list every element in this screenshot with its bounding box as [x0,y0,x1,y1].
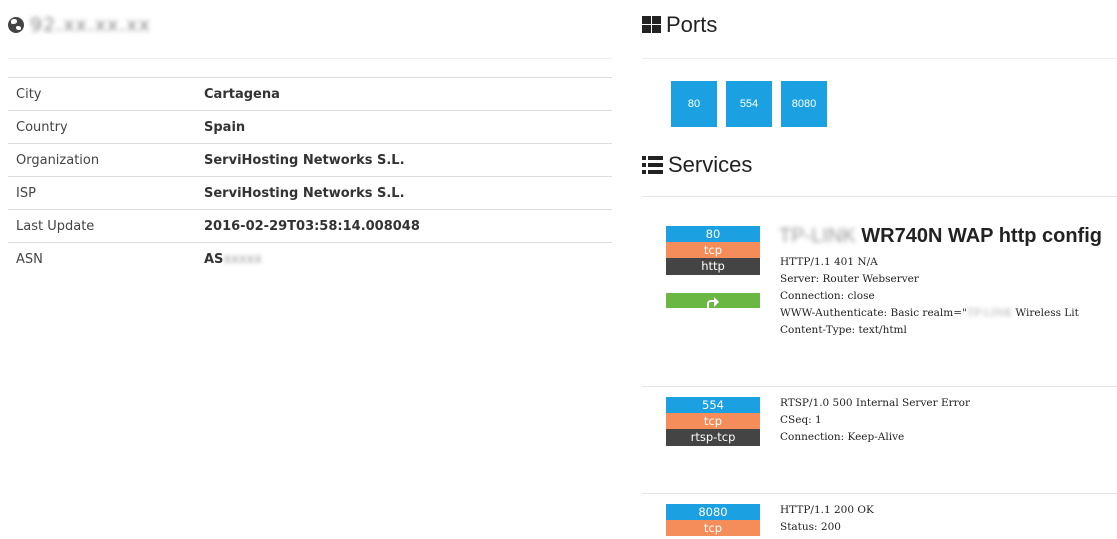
table-row: Organization ServiHosting Networks S.L. [8,143,612,177]
services-heading: Services [642,152,752,178]
info-value-organization: ServiHosting Networks S.L. [204,152,405,168]
banner-line: Server: Router Webserver [780,273,919,285]
service-name-tag: rtsp-tcp [666,429,760,446]
service-tags: 80 tcp http [666,226,760,308]
service-banner: RTSP/1.0 500 Internal Server Error CSeq: … [780,395,970,446]
service-banner: HTTP/1.1 401 N/A Server: Router Webserver… [780,254,1079,339]
service-port-tag: 80 [666,226,760,242]
banner-line: RTSP/1.0 500 Internal Server Error [780,397,970,409]
divider [642,58,1117,59]
service-entry-8080: 8080 tcp HTTP/1.1 200 OK Status: 200 [642,493,1117,539]
share-icon [707,296,719,308]
services-heading-label: Services [668,152,753,177]
service-protocol-tag: tcp [666,413,760,429]
service-protocol-tag: tcp [666,520,760,536]
service-title-redacted: TP-LINK [779,225,856,247]
divider [8,58,612,59]
info-label-asn: ASN [16,251,43,267]
host-title: 92.xx.xx.xx [8,12,151,38]
service-tags: 8080 tcp [666,504,760,536]
asn-redacted: xxxxx [223,251,262,267]
list-icon [642,156,663,174]
banner-line: HTTP/1.1 200 OK [780,504,874,516]
banner-line: Connection: Keep-Alive [780,431,905,443]
banner-line: WWW-Authenticate: Basic realm="TP-LINK W… [780,305,1079,322]
info-value-isp: ServiHosting Networks S.L. [204,185,405,201]
info-value-last-update: 2016-02-29T03:58:14.008048 [204,218,420,234]
service-name-tag: http [666,258,760,275]
service-entry-554: 554 tcp rtsp-tcp RTSP/1.0 500 Internal S… [642,386,1117,493]
host-ip: 92.xx.xx.xx [30,14,151,36]
divider [642,386,1117,387]
table-row: City Cartagena [8,77,612,111]
banner-redacted: TP-LINK [966,307,1013,319]
divider [642,493,1117,494]
service-title-text: WR740N WAP http config [861,225,1102,247]
banner-line: Connection: close [780,290,875,302]
service-entry-80: 80 tcp http TP-LINK WR740N WAP http conf… [642,196,1117,386]
info-value-city: Cartagena [204,86,280,102]
service-banner: HTTP/1.1 200 OK Status: 200 [780,502,874,536]
general-info-table: City Cartagena Country Spain Organizatio… [8,77,612,276]
info-label-last-update: Last Update [16,218,95,234]
asn-prefix: AS [204,251,224,267]
th-large-icon [642,16,661,34]
port-button-8080[interactable]: 8080 [781,81,827,127]
table-row: Last Update 2016-02-29T03:58:14.008048 [8,209,612,243]
service-title: TP-LINK WR740N WAP http config [779,225,1102,248]
info-value-asn: ASxxxxx [196,243,612,276]
divider [642,196,1117,197]
info-label-city: City [16,86,42,102]
banner-line: HTTP/1.1 401 N/A [780,256,878,268]
info-label-country: Country [16,119,68,135]
port-button-80[interactable]: 80 [671,81,717,127]
open-link-button[interactable] [666,293,760,308]
ports-services-panel: Ports 80 554 8080 Services 80 tcp http T… [642,0,1117,539]
port-button-554[interactable]: 554 [726,81,772,127]
banner-line: CSeq: 1 [780,414,822,426]
banner-line-tail: Wireless Lit [1015,307,1079,319]
service-tags: 554 tcp rtsp-tcp [666,397,760,446]
info-label-organization: Organization [16,152,100,168]
banner-line: Content-Type: text/html [780,324,907,336]
banner-line: Status: 200 [780,521,841,533]
port-list: 80 554 8080 [671,81,827,127]
ports-heading-label: Ports [666,12,718,37]
table-row: ASN ASxxxxx [8,242,612,276]
table-row: ISP ServiHosting Networks S.L. [8,176,612,210]
info-value-country: Spain [204,119,246,135]
info-label-isp: ISP [16,185,36,201]
table-row: Country Spain [8,110,612,144]
globe-icon [8,17,24,33]
ports-heading: Ports [642,12,717,38]
service-port-tag: 554 [666,397,760,413]
service-protocol-tag: tcp [666,242,760,258]
banner-line-text: WWW-Authenticate: Basic realm=" [780,307,967,319]
service-port-tag: 8080 [666,504,760,520]
host-info-panel: 92.xx.xx.xx City Cartagena Country Spain… [0,0,620,539]
